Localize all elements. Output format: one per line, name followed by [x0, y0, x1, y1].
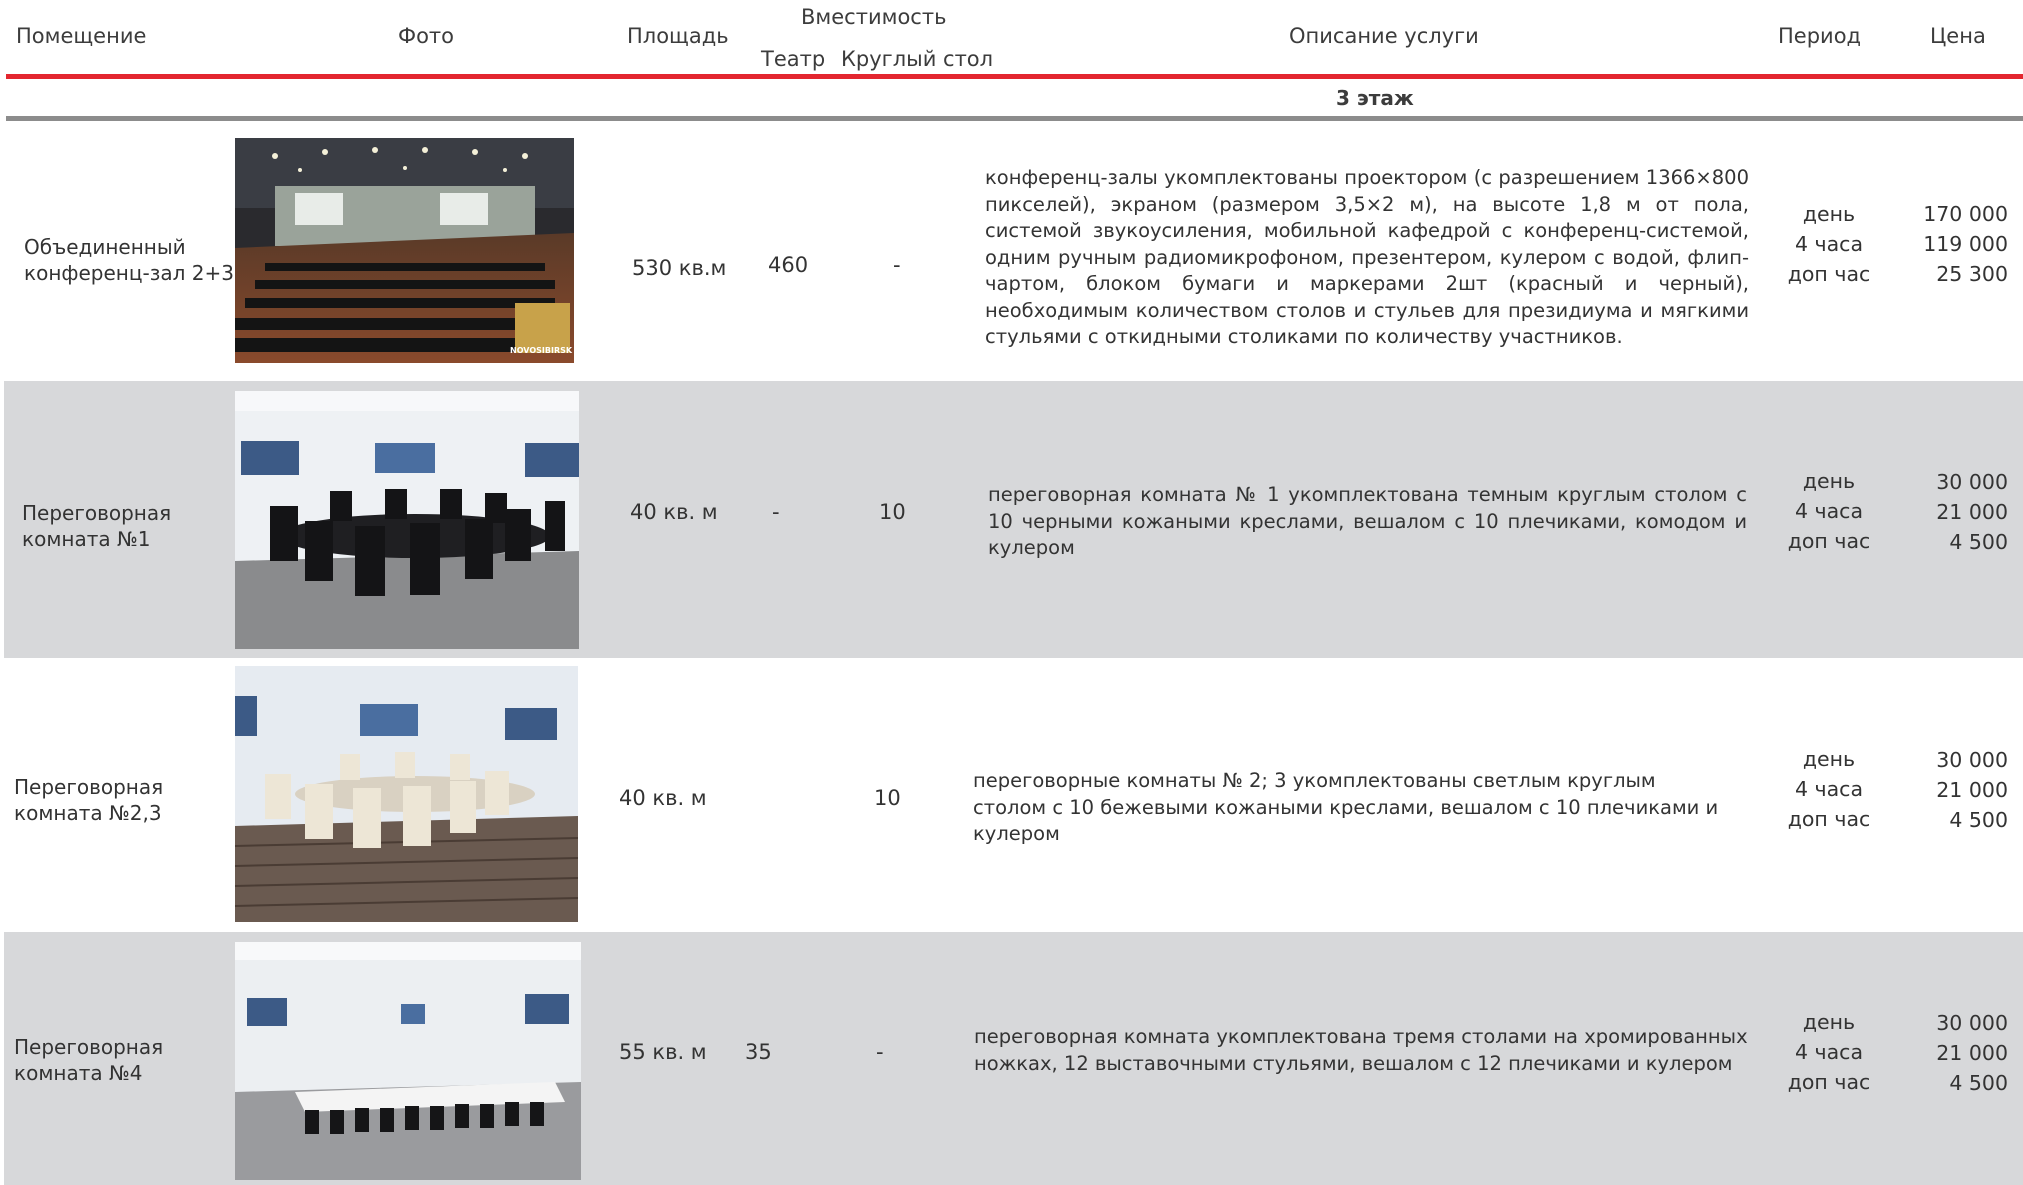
room-name: Переговорная комната №1 [22, 501, 172, 551]
section-divider [6, 116, 2023, 121]
theatre-capacity: 460 [768, 253, 809, 277]
conference-hall-photo-icon: NOVOSIBIRSK [235, 138, 574, 363]
meeting-room-1-photo-icon [235, 391, 579, 649]
header-room: Помещение [16, 24, 147, 48]
header-theatre: Театр [761, 47, 826, 71]
service-description: переговорные комнаты № 2; 3 укомплектова… [973, 769, 1719, 845]
theatre-capacity: 35 [745, 1040, 772, 1064]
room-photo: NOVOSIBIRSK [235, 138, 574, 363]
header-period: Период [1778, 24, 1862, 48]
period-list: день 4 часа доп час [1787, 747, 1871, 831]
header-capacity: Вместимость [801, 5, 947, 29]
room-area: 40 кв. м [619, 786, 707, 810]
price-list: 170 000 119 000 25 300 [1923, 202, 2008, 286]
room-name: Переговорная комната №4 [14, 1035, 164, 1085]
header-price: Цена [1930, 24, 1986, 48]
service-description: конференц-залы укомплектованы проектором… [985, 166, 1749, 348]
meeting-room-2-3-photo-icon [235, 666, 578, 922]
header-round-table: Круглый стол [841, 47, 994, 71]
room-name: Переговорная комната №2,3 [14, 775, 164, 825]
period-list: день 4 часа доп час [1787, 202, 1871, 286]
header-photo: Фото [398, 24, 455, 48]
room-area: 55 кв. м [619, 1040, 707, 1064]
price-list: 30 000 21 000 4 500 [1936, 748, 2008, 832]
header-area: Площадь [627, 24, 729, 48]
room-area: 530 кв.м [632, 256, 727, 280]
room-photo [235, 391, 579, 649]
room-area: 40 кв. м [630, 500, 718, 524]
period-list: день 4 часа доп час [1787, 1010, 1871, 1094]
price-list: 30 000 21 000 4 500 [1936, 1011, 2008, 1095]
room-name: Объединенный конференц-зал 2+3 [24, 235, 234, 285]
header-divider-red [6, 74, 2023, 79]
round-table-capacity: - [893, 253, 901, 277]
service-description: переговорная комната укомплектована трем… [974, 1025, 1748, 1075]
section-title: 3 этаж [1336, 86, 1414, 110]
svg-text:NOVOSIBIRSK: NOVOSIBIRSK [510, 346, 573, 355]
round-table-capacity: - [876, 1040, 884, 1064]
theatre-capacity: - [772, 500, 780, 524]
period-list: день 4 часа доп час [1787, 469, 1871, 553]
room-photo [235, 942, 581, 1180]
round-table-capacity: 10 [879, 500, 906, 524]
service-description: переговорная комната № 1 укомплектована … [988, 483, 1747, 559]
room-photo [235, 666, 578, 922]
meeting-room-4-photo-icon [235, 942, 581, 1180]
round-table-capacity: 10 [874, 786, 901, 810]
header-description: Описание услуги [1289, 24, 1479, 48]
price-list: 30 000 21 000 4 500 [1936, 470, 2008, 554]
